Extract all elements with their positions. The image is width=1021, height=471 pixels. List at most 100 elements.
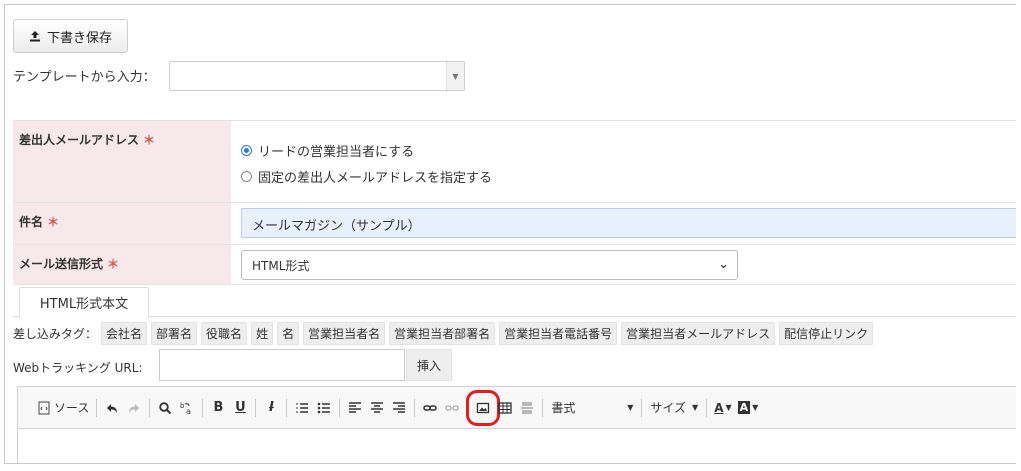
toolbar-divider (202, 398, 204, 417)
redo-icon (129, 403, 140, 413)
caret-down-icon: ▼ (692, 403, 699, 412)
page-frame: 下書き保存 テンプレートから入力： ▼ 差出人メールアドレス＊ リードの営業担当… (4, 4, 1016, 464)
bullet-list-button[interactable] (313, 396, 335, 420)
numbered-list-button[interactable] (291, 396, 313, 420)
save-draft-button[interactable]: 下書き保存 (13, 19, 128, 53)
align-center-button[interactable] (366, 396, 388, 420)
tracking-url-input[interactable] (159, 349, 405, 381)
merge-tag[interactable]: 配信停止リンク (779, 322, 874, 345)
horizontal-rule-button[interactable] (516, 396, 538, 420)
table-icon (498, 401, 513, 414)
unlink-button[interactable] (441, 396, 463, 420)
underline-button[interactable]: U (229, 396, 251, 420)
sender-label: 差出人メールアドレス＊ (13, 121, 231, 202)
align-left-icon (349, 401, 362, 413)
text-color-button[interactable]: A ▼ (711, 396, 734, 420)
required-mark: ＊ (143, 133, 156, 147)
chevron-down-icon: ⌄ (718, 257, 729, 272)
tracking-url-label: Webトラッキング URL: (13, 361, 143, 375)
save-draft-label: 下書き保存 (46, 30, 112, 46)
undo-button[interactable] (101, 396, 123, 420)
numbered-list-icon (296, 402, 309, 413)
body-tabs: HTML形式本文 (13, 284, 1016, 318)
toolbar-divider (641, 398, 643, 417)
align-right-button[interactable] (388, 396, 410, 420)
radio-selected-icon[interactable] (241, 145, 252, 156)
merge-tags: 差し込みタグ： 会社名 部署名 役職名 姓 名 営業担当者名 営業担当者部署名 … (13, 322, 874, 345)
find-button[interactable] (154, 396, 176, 420)
upload-icon (29, 31, 40, 42)
merge-tag[interactable]: 営業担当者名 (303, 322, 386, 345)
insert-table-button[interactable] (494, 396, 516, 420)
bold-icon: B (213, 400, 224, 415)
unlink-icon (445, 404, 460, 411)
subject-label: 件名＊ (13, 203, 231, 244)
sender-option-fixed-address[interactable]: 固定の差出人メールアドレスを指定する (241, 167, 492, 186)
redo-button[interactable] (123, 396, 145, 420)
sender-row: 差出人メールアドレス＊ リードの営業担当者にする 固定の差出人メールアドレスを指… (13, 121, 1016, 203)
dropdown-arrow-icon: ▼ (446, 62, 464, 90)
caret-down-icon: ▼ (725, 403, 732, 412)
source-button[interactable]: ソース (34, 396, 92, 420)
search-icon (159, 401, 172, 414)
template-label: テンプレートから入力： (13, 70, 156, 85)
caret-down-icon: ▼ (752, 403, 759, 412)
toolbar-divider (149, 398, 151, 417)
format-combo[interactable]: 書式 ▼ (547, 399, 637, 416)
size-combo[interactable]: サイズ ▼ (646, 399, 702, 416)
toolbar-divider (706, 398, 708, 417)
toolbar-divider (96, 398, 98, 417)
template-select[interactable]: ▼ (169, 61, 465, 91)
format-select[interactable]: HTML形式 ⌄ (241, 250, 738, 280)
bullet-list-icon (318, 402, 331, 413)
svg-text:a: a (186, 407, 191, 415)
sender-option-sales-rep[interactable]: リードの営業担当者にする (241, 141, 414, 160)
merge-tag[interactable]: 役職名 (201, 322, 248, 345)
mail-settings-form: 差出人メールアドレス＊ リードの営業担当者にする 固定の差出人メールアドレスを指… (13, 120, 1016, 285)
clear-format-icon: I (268, 400, 274, 415)
text-color-icon: A (714, 400, 724, 415)
image-icon (477, 402, 490, 413)
toolbar-divider (414, 398, 416, 417)
html-editor[interactable]: ソース ba B U I 書式 ▼ サイズ ▼ A ▼ A ▼ (17, 386, 1016, 463)
remove-format-button[interactable]: I (260, 396, 282, 420)
tab-html-body[interactable]: HTML形式本文 (19, 287, 149, 318)
replace-button[interactable]: ba (176, 396, 198, 420)
source-icon (38, 401, 50, 414)
subject-row: 件名＊ メールマガジン（サンプル） (13, 203, 1016, 245)
insert-image-button[interactable] (466, 389, 501, 426)
caret-down-icon: ▼ (627, 403, 634, 412)
merge-tag[interactable]: 営業担当者部署名 (389, 322, 496, 345)
svg-text:b: b (180, 402, 185, 410)
merge-tag[interactable]: 部署名 (151, 322, 198, 345)
merge-tag[interactable]: 名 (277, 322, 300, 345)
align-right-icon (393, 401, 406, 413)
format-label: メール送信形式＊ (13, 245, 231, 284)
toolbar-divider (339, 398, 341, 417)
underline-icon: U (235, 400, 246, 415)
replace-icon: ba (180, 402, 191, 415)
background-color-button[interactable]: A ▼ (735, 396, 762, 420)
insert-button[interactable]: 挿入 (406, 349, 452, 381)
subject-input[interactable]: メールマガジン（サンプル） (241, 208, 1016, 238)
align-left-button[interactable] (344, 396, 366, 420)
horizontal-rule-icon (521, 402, 534, 413)
background-color-icon: A (737, 401, 751, 414)
align-center-icon (371, 401, 384, 413)
merge-tag[interactable]: 営業担当者電話番号 (499, 322, 618, 345)
merge-tags-label: 差し込みタグ： (13, 327, 98, 341)
editor-toolbar: ソース ba B U I 書式 ▼ サイズ ▼ A ▼ A ▼ (18, 387, 1016, 429)
link-button[interactable] (419, 396, 441, 420)
merge-tag[interactable]: 姓 (251, 322, 274, 345)
undo-icon (107, 403, 118, 413)
format-row: メール送信形式＊ HTML形式 ⌄ (13, 245, 1016, 285)
bold-button[interactable]: B (207, 396, 229, 420)
toolbar-divider (467, 398, 469, 417)
radio-unselected-icon[interactable] (241, 171, 252, 182)
toolbar-divider (286, 398, 288, 417)
merge-tag[interactable]: 会社名 (101, 322, 148, 345)
toolbar-divider (255, 398, 257, 417)
link-icon (423, 404, 438, 411)
toolbar-divider (542, 398, 544, 417)
merge-tag[interactable]: 営業担当者メールアドレス (621, 322, 776, 345)
